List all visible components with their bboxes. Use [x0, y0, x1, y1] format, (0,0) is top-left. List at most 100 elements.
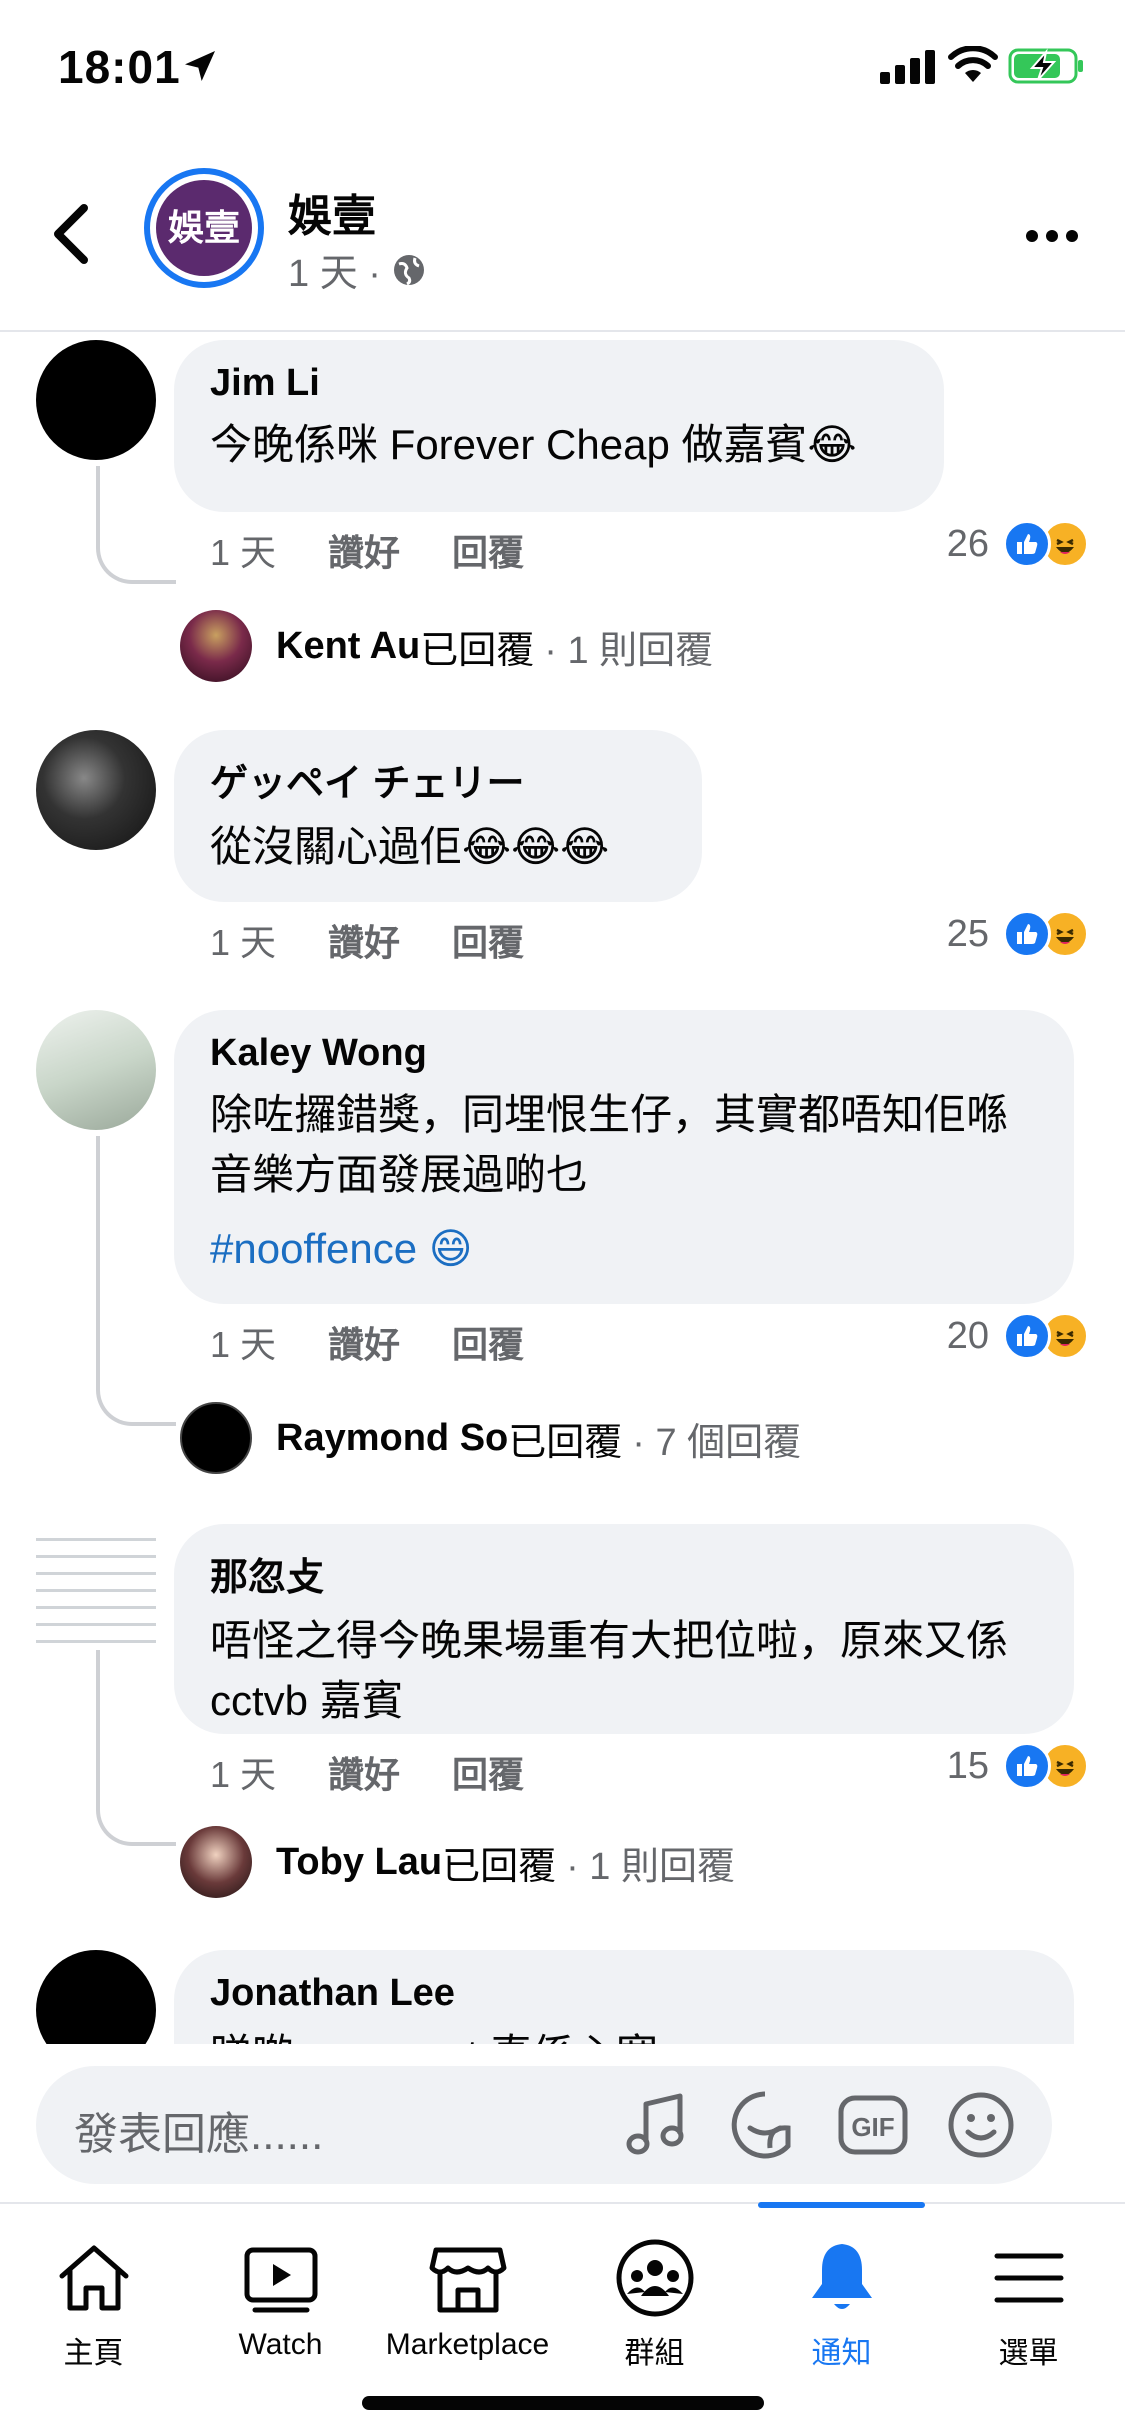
location-arrow-icon — [185, 51, 215, 81]
comment-author[interactable]: Jim Li — [210, 362, 908, 405]
avatar[interactable] — [36, 340, 156, 460]
tab-label: 選單 — [998, 2337, 1059, 2370]
reaction-count: 20 — [946, 1314, 989, 1357]
gif-icon[interactable]: GIF — [836, 2088, 910, 2162]
reply-button[interactable]: 回覆 — [452, 914, 524, 966]
comment-age: 1 天 — [210, 1324, 277, 1365]
like-reaction-icon — [1003, 910, 1051, 958]
avatar[interactable] — [36, 1524, 156, 1644]
battery-charging-icon — [1008, 48, 1083, 84]
bell-icon — [811, 2244, 872, 2309]
emoji-icon[interactable] — [944, 2088, 1018, 2162]
comment-bubble[interactable]: Jim Li 今晚係咪 Forever Cheap 做嘉賓😂 — [174, 340, 944, 512]
reaction-count: 25 — [946, 912, 989, 955]
home-indicator[interactable] — [362, 2396, 764, 2410]
comment-age: 1 天 — [210, 532, 277, 573]
avatar[interactable] — [36, 1950, 156, 2044]
comment-bubble[interactable]: Kaley Wong 除咗攞錯獎，同埋恨生仔，其實都唔知佢喺音樂方面發展過啲乜 … — [174, 1010, 1074, 1304]
reply-button[interactable]: 回覆 — [452, 524, 524, 576]
tab-label: 通知 — [811, 2337, 872, 2370]
comment-age: 1 天 — [210, 922, 277, 963]
globe-icon — [393, 254, 424, 285]
back-arrow-icon[interactable] — [48, 202, 98, 266]
avatar[interactable] — [36, 1010, 156, 1130]
like-button[interactable]: 讚好 — [328, 1316, 400, 1368]
tab-label: 主頁 — [63, 2337, 124, 2370]
tab-menu[interactable]: 選單 — [935, 2204, 1122, 2404]
comment-text: 唔怪之得今晚果場重有大把位啦，原來又係 cctvb 嘉賓 — [210, 1617, 1009, 1724]
reply-summary[interactable]: Toby Lau 已回覆 · 1 則回覆 — [180, 1826, 735, 1898]
comment-bubble[interactable]: Jonathan Lee 睇啲 comment 真係心寒 — [174, 1950, 1074, 2044]
comment-bubble[interactable]: 那忽攴 唔怪之得今晚果場重有大把位啦，原來又係 cctvb 嘉賓 — [174, 1524, 1074, 1734]
status-time: 18:01 — [58, 41, 181, 93]
reply-summary[interactable]: Kent Au 已回覆 · 1 則回覆 — [180, 610, 713, 682]
page-avatar-logo: 娛壹 — [156, 180, 252, 276]
post-header: 娛壹 娛壹 1 天 · — [0, 140, 1125, 332]
music-note-icon[interactable] — [620, 2088, 694, 2162]
status-bar: 18:01 — [0, 0, 1125, 140]
svg-text:GIF: GIF — [851, 2112, 894, 2142]
reply-button[interactable]: 回覆 — [452, 1746, 524, 1798]
comment-text: 今晚係咪 Forever Cheap 做嘉賓😂 — [210, 421, 857, 468]
reply-author: Toby Lau — [276, 1840, 443, 1883]
like-button[interactable]: 讚好 — [328, 914, 400, 966]
reply-action: 已回覆 — [420, 629, 535, 672]
page-avatar[interactable]: 娛壹 — [144, 168, 264, 288]
like-reaction-icon — [1003, 1312, 1051, 1360]
comment-actions: 1 天 讚好 回覆 — [210, 914, 576, 966]
app-root: 18:01 娛壹 娛壹 1 天 · Jim Li 今晚係咪 Forever Ch… — [0, 0, 1125, 2436]
thread-connector — [96, 466, 176, 584]
reply-action: 已回覆 — [508, 1421, 623, 1464]
page-name[interactable]: 娛壹 — [288, 180, 376, 244]
comment-item: Jim Li 今晚係咪 Forever Cheap 做嘉賓😂 1 天 讚好 回覆… — [0, 334, 1125, 584]
comment-bubble[interactable]: ゲッペイ チェリー 從沒關心過佢😂😂😂 — [174, 730, 702, 902]
reply-button[interactable]: 回覆 — [452, 1316, 524, 1368]
reaction-summary[interactable]: 15 — [947, 1742, 1089, 1790]
reaction-summary[interactable]: 25 — [947, 910, 1089, 958]
home-icon — [59, 2245, 128, 2311]
menu-icon — [994, 2253, 1063, 2303]
reply-count: · 7 個回覆 — [632, 1421, 802, 1464]
like-button[interactable]: 讚好 — [328, 524, 400, 576]
reply-summary[interactable]: Raymond So 已回覆 · 7 個回覆 — [180, 1402, 801, 1474]
comment-age: 1 天 — [210, 1754, 277, 1795]
watch-icon — [244, 2247, 317, 2313]
comment-hashtag[interactable]: #nooffence 😄 — [210, 1219, 1038, 1279]
marketplace-icon — [429, 2247, 506, 2313]
comment-text: 除咗攞錯獎，同埋恨生仔，其實都唔知佢喺音樂方面發展過啲乜 — [210, 1091, 1009, 1198]
comment-actions: 1 天 讚好 回覆 — [210, 1316, 576, 1368]
reply-count: · 1 則回覆 — [544, 629, 714, 672]
like-button[interactable]: 讚好 — [328, 1746, 400, 1798]
groups-icon — [616, 2239, 693, 2317]
tab-groups[interactable]: 群組 — [561, 2204, 748, 2404]
comment-composer: 發表回應...... GIF — [0, 2046, 1125, 2202]
comment-actions: 1 天 讚好 回覆 — [210, 1746, 576, 1798]
tab-watch[interactable]: Watch — [187, 2204, 374, 2404]
reply-author: Kent Au — [276, 624, 421, 667]
active-tab-indicator — [758, 2202, 925, 2208]
post-meta: 1 天 · — [288, 242, 427, 297]
avatar — [180, 1402, 252, 1474]
tab-marketplace[interactable]: Marketplace — [374, 2204, 561, 2404]
reaction-summary[interactable]: 20 — [947, 1312, 1089, 1360]
avatar[interactable] — [36, 730, 156, 850]
comments-list: Jim Li 今晚係咪 Forever Cheap 做嘉賓😂 1 天 讚好 回覆… — [0, 334, 1125, 2044]
comment-text: 從沒關心過佢😂😂😂 — [210, 823, 610, 870]
comment-input[interactable]: 發表回應...... GIF — [36, 2066, 1052, 2184]
tab-home[interactable]: 主頁 — [0, 2204, 187, 2404]
thread-connector — [96, 1136, 176, 1426]
comment-author[interactable]: 那忽攴 — [210, 1546, 1038, 1601]
comment-author[interactable]: Jonathan Lee — [210, 1972, 1038, 2015]
more-options-icon[interactable] — [1026, 224, 1080, 248]
reply-action: 已回覆 — [442, 1845, 557, 1888]
sticker-icon[interactable] — [728, 2088, 802, 2162]
comment-author[interactable]: Kaley Wong — [210, 1032, 1038, 1075]
like-reaction-icon — [1003, 520, 1051, 568]
reaction-summary[interactable]: 26 — [947, 520, 1089, 568]
tab-notifications[interactable]: 通知 — [748, 2202, 935, 2404]
comment-author[interactable]: ゲッペイ チェリー — [210, 752, 666, 807]
tab-label: Marketplace — [385, 2328, 550, 2361]
reaction-count: 26 — [946, 522, 989, 565]
thread-connector — [96, 1650, 176, 1846]
comment-item: Jonathan Lee 睇啲 comment 真係心寒 — [0, 1944, 1125, 2044]
